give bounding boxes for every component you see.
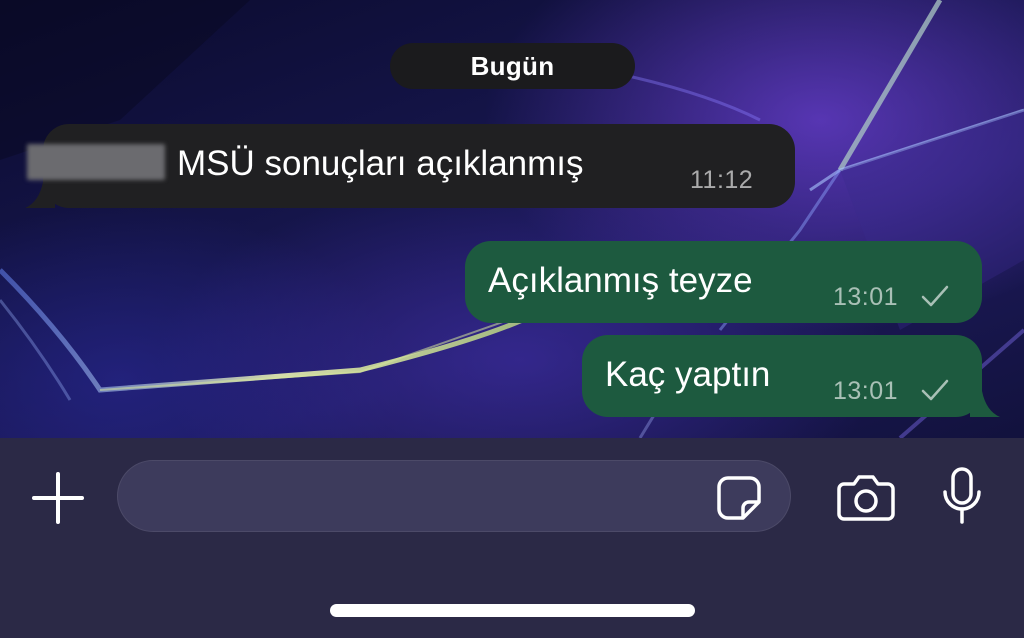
date-separator: Bugün (390, 43, 635, 89)
message-time: 11:12 (690, 166, 754, 194)
date-separator-label: Bugün (470, 50, 555, 81)
message-text: Kaç yaptın (605, 355, 771, 394)
message-time: 13:01 (833, 377, 899, 405)
message-input[interactable] (142, 461, 706, 533)
message-input-container[interactable] (117, 460, 791, 533)
camera-icon[interactable] (836, 472, 896, 522)
outgoing-message[interactable]: Kaç yaptın 13:01 (582, 335, 1000, 417)
outgoing-message[interactable]: Açıklanmış teyze 13:01 (465, 241, 982, 323)
microphone-icon[interactable] (940, 466, 984, 526)
plus-icon[interactable] (30, 470, 86, 526)
chat-screen: Bugün MSÜ sonuçları açıklanmış 11:12 Açı… (0, 0, 1024, 638)
bubble-tail-icon (25, 182, 55, 208)
check-icon (921, 285, 949, 307)
bubble-tail-icon (970, 391, 1000, 417)
message-text: MSÜ sonuçları açıklanmış (177, 144, 584, 183)
sticker-icon[interactable] (716, 475, 762, 521)
message-text: Açıklanmış teyze (488, 261, 753, 300)
redacted-sender-name (27, 144, 165, 180)
incoming-message[interactable]: MSÜ sonuçları açıklanmış 11:12 (25, 124, 795, 208)
check-icon (921, 379, 949, 401)
message-time: 13:01 (833, 283, 899, 311)
home-indicator[interactable] (330, 604, 695, 617)
